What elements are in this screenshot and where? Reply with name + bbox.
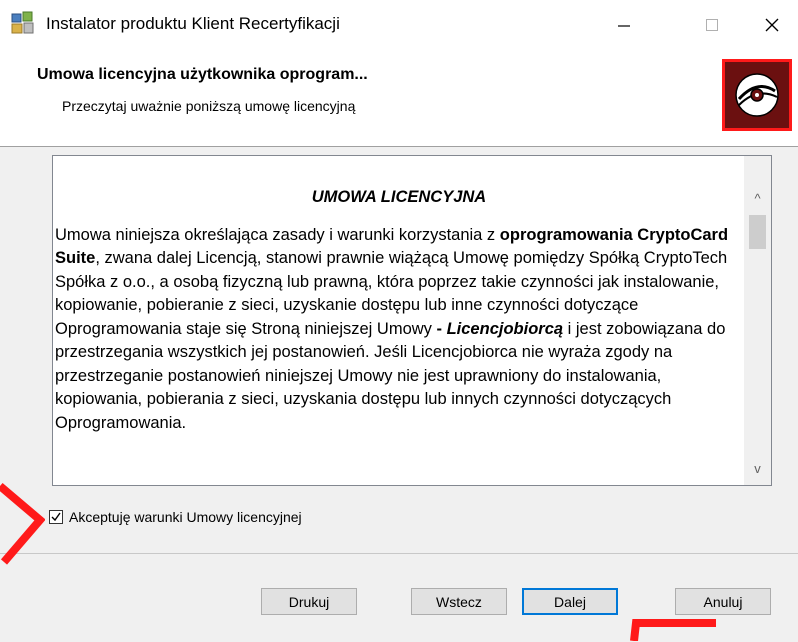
page-subtitle: Przeczytaj uważnie poniższą umowę licenc… [62,98,356,114]
minimize-icon [618,25,630,27]
content-area: UMOWA LICENCYJNA Umowa niniejsza określa… [0,147,798,553]
license-paragraph: Umowa niniejsza określająca zasady i war… [55,224,743,436]
vertical-scrollbar[interactable]: ^ v [744,156,771,485]
scroll-down-button[interactable]: v [744,458,771,478]
next-button[interactable]: Dalej [522,588,618,615]
disk-icon [735,73,779,117]
cancel-button[interactable]: Anuluj [675,588,771,615]
back-button[interactable]: Wstecz [411,588,507,615]
check-icon [51,512,61,522]
title-bar: Instalator produktu Klient Recertyfikacj… [0,0,798,54]
window-title: Instalator produktu Klient Recertyfikacj… [46,14,340,33]
accept-checkbox[interactable] [49,510,63,524]
installer-app-icon [11,11,34,34]
close-icon [765,18,779,32]
license-text: UMOWA LICENCYJNA Umowa niniejsza określa… [55,156,743,485]
scroll-up-button[interactable]: ^ [744,188,771,208]
maximize-button[interactable] [690,10,734,40]
license-heading: UMOWA LICENCYJNA [311,188,487,206]
page-title: Umowa licencyjna użytkownika oprogram... [37,66,368,83]
accept-label[interactable]: Akceptuję warunki Umowy licencyjnej [69,509,302,525]
disk-image [722,59,792,131]
header-banner: Umowa licencyjna użytkownika oprogram...… [0,54,798,147]
license-text-part: Umowa niniejsza określająca zasady i war… [55,225,500,244]
minimize-button[interactable] [602,10,646,40]
accept-checkbox-row[interactable]: Akceptuję warunki Umowy licencyjnej [49,509,302,525]
license-text-bolditalic: Licencjobiorcą [446,319,564,338]
license-textbox[interactable]: UMOWA LICENCYJNA Umowa niniejsza określa… [52,155,772,486]
license-text-dash: - [436,319,447,338]
annotation-arrow-bottom [630,619,716,641]
maximize-icon [706,19,718,31]
close-button[interactable] [750,10,794,40]
scroll-thumb[interactable] [749,215,766,249]
annotation-arrow-left [0,482,45,565]
print-button[interactable]: Drukuj [261,588,357,615]
